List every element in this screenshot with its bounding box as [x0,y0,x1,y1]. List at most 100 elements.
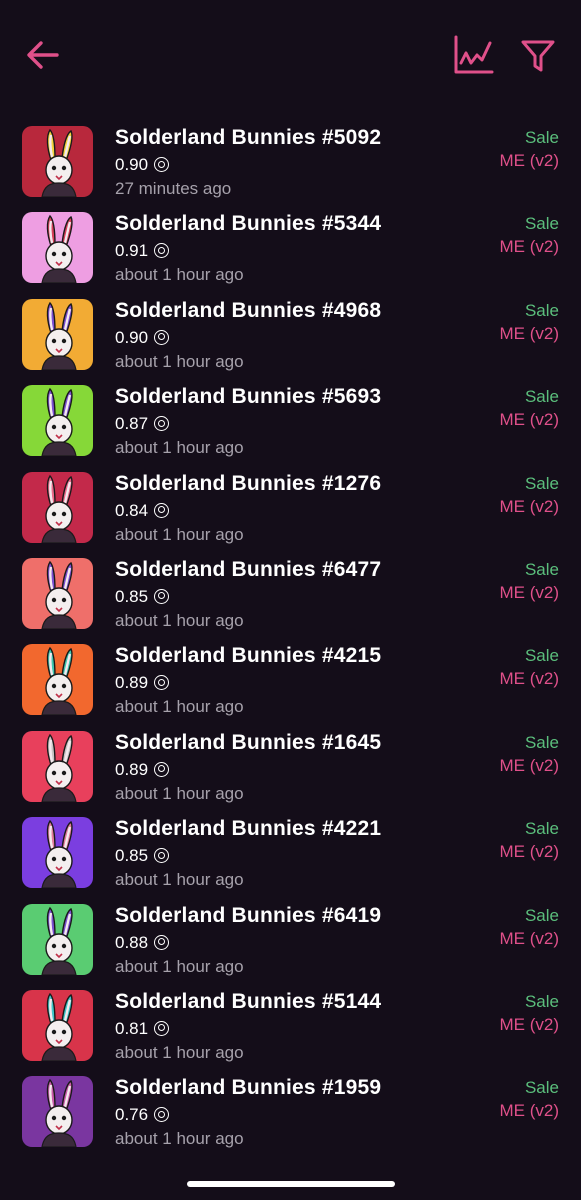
transaction-type: Sale [524,646,559,666]
nft-thumbnail[interactable] [22,298,93,370]
nft-thumbnail[interactable] [22,126,93,197]
sale-row[interactable]: Solderland Bunnies #1645 0.89 about 1 ho… [0,728,581,814]
sale-row[interactable]: Solderland Bunnies #4221 0.85 about 1 ho… [0,814,581,900]
transaction-type: Sale [524,1078,559,1098]
nft-thumbnail[interactable] [22,212,93,284]
sale-row[interactable]: Solderland Bunnies #6419 0.88 about 1 ho… [0,901,581,987]
sale-price: 0.85 [115,846,170,866]
bunny-image [22,212,93,284]
sale-price: 0.81 [115,1018,170,1039]
price-value: 0.90 [115,155,149,174]
nft-thumbnail[interactable] [22,557,93,629]
sale-price: 0.89 [115,759,170,780]
sale-row[interactable]: Solderland Bunnies #5344 0.91 about 1 ho… [0,209,581,295]
marketplace-label[interactable]: ME (v2) [500,583,560,603]
price-value: 0.89 [115,759,149,779]
nft-name[interactable]: Solderland Bunnies #1645 [115,731,381,755]
arrow-left-icon [27,41,59,69]
price-value: 0.81 [115,1018,149,1038]
nft-name[interactable]: Solderland Bunnies #4215 [115,644,381,668]
solana-coin-icon [154,1107,170,1123]
solana-coin-icon [154,588,170,604]
home-indicator[interactable] [187,1181,395,1187]
nft-name[interactable]: Solderland Bunnies #5344 [115,212,381,236]
sale-row[interactable]: Solderland Bunnies #4968 0.90 about 1 ho… [0,296,581,382]
sale-row[interactable]: Solderland Bunnies #5092 0.90 27 minutes… [0,123,581,209]
marketplace-label[interactable]: ME (v2) [500,151,560,171]
price-value: 0.88 [115,932,149,952]
nft-name[interactable]: Solderland Bunnies #5693 [115,385,381,409]
nft-thumbnail[interactable] [22,817,93,889]
nft-thumbnail[interactable] [22,385,93,457]
nft-name[interactable]: Solderland Bunnies #4221 [115,817,381,841]
transaction-type: Sale [524,473,559,493]
sale-price: 0.84 [115,500,170,521]
sale-time: about 1 hour ago [115,265,244,285]
sale-time: 27 minutes ago [115,179,232,198]
solana-coin-icon [154,761,170,777]
sale-time: about 1 hour ago [115,870,244,890]
sales-list: Solderland Bunnies #5092 0.90 27 minutes… [0,123,581,1160]
bunny-image [22,989,93,1061]
sale-row[interactable]: Solderland Bunnies #6477 0.85 about 1 ho… [0,555,581,641]
nft-name[interactable]: Solderland Bunnies #4968 [115,299,381,323]
nft-thumbnail[interactable] [22,903,93,975]
header [0,0,581,110]
nft-thumbnail[interactable] [22,644,93,716]
transaction-type: Sale [524,128,559,147]
transaction-type: Sale [524,991,559,1011]
nft-name[interactable]: Solderland Bunnies #6477 [115,558,381,582]
marketplace-label[interactable]: ME (v2) [500,237,560,257]
sale-row[interactable]: Solderland Bunnies #5693 0.87 about 1 ho… [0,382,581,468]
sale-row[interactable]: Solderland Bunnies #5144 0.81 about 1 ho… [0,987,581,1073]
marketplace-label[interactable]: ME (v2) [500,929,560,949]
price-value: 0.85 [115,846,149,866]
bunny-image [22,471,93,543]
solana-coin-icon [154,934,170,950]
solana-coin-icon [154,675,170,691]
filter-icon [521,40,555,72]
nft-name[interactable]: Solderland Bunnies #5092 [115,126,381,150]
marketplace-label[interactable]: ME (v2) [500,1015,560,1035]
marketplace-label[interactable]: ME (v2) [500,756,560,776]
price-value: 0.91 [115,241,149,261]
nft-name[interactable]: Solderland Bunnies #5144 [115,990,381,1014]
bunny-image [22,126,93,197]
sale-time: about 1 hour ago [115,610,244,630]
marketplace-label[interactable]: ME (v2) [500,410,560,430]
transaction-type: Sale [524,905,559,925]
nft-thumbnail[interactable] [22,1076,93,1148]
filter-button[interactable] [516,34,560,78]
transaction-type: Sale [524,819,559,839]
nft-name[interactable]: Solderland Bunnies #1276 [115,472,381,496]
transaction-type: Sale [524,732,559,752]
solana-coin-icon [154,416,170,432]
sale-row[interactable]: Solderland Bunnies #1276 0.84 about 1 ho… [0,469,581,555]
price-value: 0.90 [115,327,149,347]
bunny-image [22,730,93,802]
nft-name[interactable]: Solderland Bunnies #6419 [115,904,381,928]
price-value: 0.89 [115,673,149,693]
bunny-image [22,903,93,975]
marketplace-label[interactable]: ME (v2) [500,497,560,517]
marketplace-label[interactable]: ME (v2) [500,669,560,689]
sale-time: about 1 hour ago [115,783,244,803]
marketplace-label[interactable]: ME (v2) [500,842,560,862]
nft-thumbnail[interactable] [22,989,93,1061]
solana-coin-icon [154,243,170,259]
bunny-image [22,557,93,629]
sale-row[interactable]: Solderland Bunnies #4215 0.89 about 1 ho… [0,641,581,727]
sale-price: 0.76 [115,1105,170,1125]
sale-row[interactable]: Solderland Bunnies #1959 0.76 about 1 ho… [0,1073,581,1159]
bunny-image [22,644,93,716]
chart-button[interactable] [450,32,496,78]
marketplace-label[interactable]: ME (v2) [500,324,560,344]
nft-name[interactable]: Solderland Bunnies #1959 [115,1076,381,1100]
sale-price: 0.85 [115,587,170,607]
nft-thumbnail[interactable] [22,730,93,802]
bunny-image [22,298,93,370]
back-button[interactable] [22,34,64,76]
marketplace-label[interactable]: ME (v2) [500,1101,560,1121]
nft-thumbnail[interactable] [22,471,93,543]
price-value: 0.84 [115,500,149,520]
